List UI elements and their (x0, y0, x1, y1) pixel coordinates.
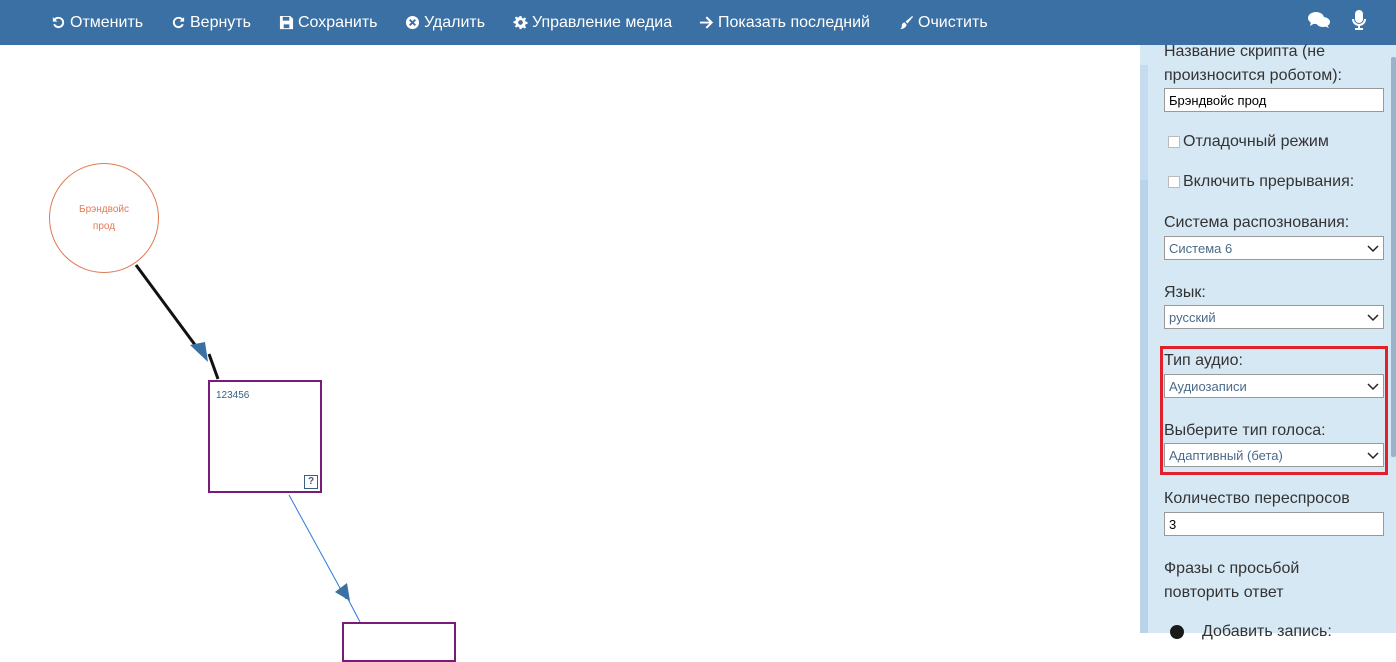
undo-icon (50, 15, 66, 31)
add-record-row[interactable]: Добавить запись: (1170, 623, 1332, 641)
connector-block-to-block (288, 494, 347, 600)
add-record-label: Добавить запись: (1202, 623, 1332, 640)
microphone-icon (1352, 10, 1366, 35)
interrupt-label: Включить прерывания: (1183, 173, 1355, 190)
recognition-select[interactable]: Система 6 (1164, 236, 1384, 260)
script-block[interactable]: 123456 ? (208, 380, 322, 493)
script-name-input[interactable] (1164, 88, 1384, 112)
connector-tail (347, 598, 361, 623)
arrowhead (190, 342, 208, 362)
language-select[interactable]: русский (1164, 305, 1384, 329)
media-button[interactable]: Управление медиа (512, 0, 672, 45)
arrowhead (335, 583, 350, 601)
show-last-label: Показать последний (718, 13, 870, 31)
redo-icon (170, 15, 186, 31)
clear-button[interactable]: Очистить (898, 0, 988, 45)
brush-icon (898, 15, 914, 31)
save-label: Сохранить (298, 13, 378, 31)
chevron-down-icon (1367, 452, 1379, 460)
voice-type-value: Адаптивный (бета) (1169, 447, 1283, 463)
chat-icon (1308, 11, 1330, 34)
start-node[interactable]: Брэндвойс прод (49, 163, 159, 273)
voice-type-select[interactable]: Адаптивный (бета) (1164, 443, 1384, 467)
interrupt-checkbox-row[interactable]: Включить прерывания: (1168, 173, 1354, 191)
delete-button[interactable]: Удалить (404, 0, 485, 45)
script-name-label: Название скрипта (не произносится робото… (1164, 43, 1342, 84)
save-button[interactable]: Сохранить (278, 0, 378, 45)
chevron-down-icon (1367, 314, 1379, 322)
scrollbar[interactable] (1391, 57, 1396, 457)
arrow-right-icon (698, 15, 714, 31)
toolbar: Отменить Вернуть Сохранить Удалить Управ… (0, 0, 1396, 45)
language-label: Язык: (1164, 284, 1206, 301)
gear-icon (512, 15, 528, 31)
undo-button[interactable]: Отменить (50, 0, 143, 45)
media-label: Управление медиа (532, 13, 673, 31)
audio-type-select[interactable]: Аудиозаписи (1164, 374, 1384, 398)
block-title: 123456 (216, 390, 250, 401)
recognition-label: Система распознования: (1164, 214, 1350, 231)
reprompt-label: Количество переспросов (1164, 490, 1350, 507)
redo-button[interactable]: Вернуть (170, 0, 251, 45)
save-icon (278, 15, 294, 31)
undo-label: Отменить (70, 13, 144, 31)
reprompt-input[interactable] (1164, 512, 1384, 536)
show-last-button[interactable]: Показать последний (698, 0, 870, 45)
properties-panel: Название скрипта (не произносится робото… (1140, 43, 1396, 640)
microphone-button[interactable] (1352, 0, 1366, 45)
chevron-down-icon (1367, 383, 1379, 391)
audio-type-value: Аудиозаписи (1169, 378, 1247, 394)
voice-type-label: Выберите тип голоса: (1164, 422, 1326, 439)
panel-edge-inner (1140, 180, 1148, 633)
debug-checkbox[interactable] (1168, 136, 1180, 148)
help-icon[interactable]: ? (304, 475, 318, 489)
start-node-label: Брэндвойс прод (79, 204, 129, 232)
redo-label: Вернуть (190, 13, 251, 31)
delete-icon (404, 15, 420, 31)
script-canvas[interactable]: Брэндвойс прод 123456 ? (0, 45, 1140, 662)
add-icon[interactable] (1170, 625, 1184, 639)
script-block[interactable] (342, 622, 456, 662)
chat-button[interactable] (1308, 0, 1330, 45)
language-value: русский (1169, 309, 1216, 325)
phrases-label: Фразы с просьбой повторить ответ (1164, 560, 1300, 601)
chevron-down-icon (1367, 245, 1379, 253)
audio-type-label: Тип аудио: (1164, 352, 1243, 369)
connector-start-to-block (134, 264, 203, 354)
interrupt-checkbox[interactable] (1168, 176, 1180, 188)
connector-tail (207, 353, 220, 380)
connectors (134, 264, 361, 623)
recognition-value: Система 6 (1169, 240, 1233, 256)
clear-label: Очистить (918, 13, 988, 31)
debug-label: Отладочный режим (1183, 133, 1329, 150)
debug-checkbox-row[interactable]: Отладочный режим (1168, 133, 1329, 151)
delete-label: Удалить (424, 13, 486, 31)
